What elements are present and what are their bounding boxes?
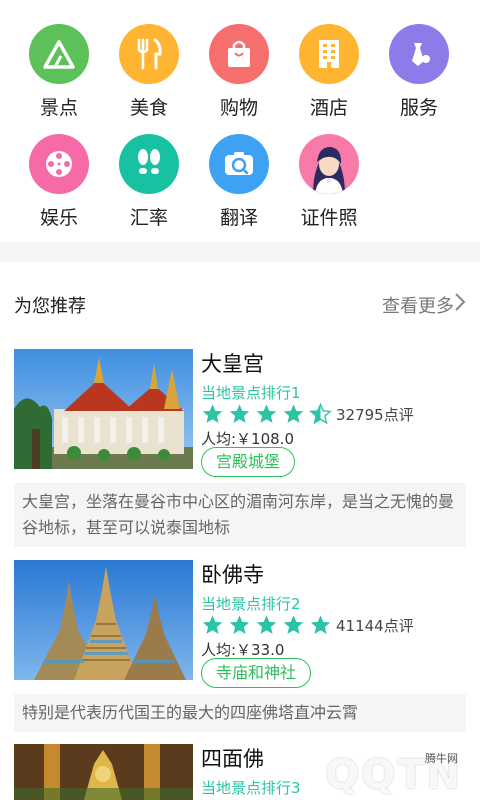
category-label: 景点 [39,97,78,119]
review-count: 32795点评 [336,406,414,424]
category-label: 服务 [399,97,438,119]
chevron-right-icon[interactable] [452,292,468,312]
watermark-site: 腾牛网 [425,752,458,765]
avg-price: 人均:￥108.0 [201,430,294,448]
star-half-icon [309,403,332,425]
attraction-description: 大皇宫，坐落在曼谷市中心区的湄南河东岸，是当之无愧的曼谷地标，甚至可以说泰国地标 [14,483,466,547]
footprints-icon [119,134,179,194]
service-tie-icon [389,24,449,84]
category-label: 酒店 [309,97,348,119]
star-full-icon [202,615,223,634]
category-shopping[interactable]: 购物 [194,24,284,120]
category-label: 翻译 [219,207,258,229]
rating-stars [201,613,336,637]
category-label: 美食 [129,97,168,119]
recommend-header: 为您推荐 查看更多 [0,262,480,342]
attraction-name[interactable]: 卧佛寺 [201,562,264,588]
fork-knife-icon [119,24,179,84]
camera-translate-icon [209,134,269,194]
see-more-link[interactable]: 查看更多 [382,292,454,318]
star-full-icon [283,615,304,634]
star-full-icon [229,404,250,423]
category-id-photo[interactable]: 证件照 [284,134,374,230]
star-full-icon [256,615,277,634]
star-full-icon [202,404,223,423]
attraction-description: 特别是代表历代国王的最大的四座佛塔直冲云霄 [14,694,466,732]
section-divider [0,242,480,262]
category-label: 购物 [219,97,258,119]
id-photo-avatar-icon [299,134,359,194]
category-label: 汇率 [129,207,168,229]
category-grid: 景点 美食 购物 酒店 服务 娱乐 汇率 翻译 证件照 [0,0,480,242]
attraction-name[interactable]: 大皇宫 [201,351,264,377]
category-exchange-rate[interactable]: 汇率 [104,134,194,230]
category-service[interactable]: 服务 [374,24,464,120]
category-hotel[interactable]: 酒店 [284,24,374,120]
building-icon [299,24,359,84]
star-full-icon [229,615,250,634]
avg-price: 人均:￥33.0 [201,641,285,659]
shopping-bag-icon [209,24,269,84]
star-full-icon [283,404,304,423]
mountain-icon [29,24,89,84]
recommend-title: 为您推荐 [14,296,86,317]
category-entertainment[interactable]: 娱乐 [14,134,104,230]
attraction-photo[interactable] [14,744,193,800]
list-item[interactable]: 卧佛寺 当地景点排行2 41144点评 人均:￥33.0 寺庙和神社 特别是代表… [0,560,480,732]
category-label: 证件照 [300,207,358,229]
attraction-rank: 当地景点排行2 [201,595,301,613]
star-full-icon [310,615,331,634]
watermark-logo: QQTN 腾牛网 [252,744,472,798]
category-label: 娱乐 [39,207,78,229]
category-tag[interactable]: 寺庙和神社 [201,658,312,688]
rating-stars [201,402,336,426]
attraction-photo[interactable] [14,560,193,680]
star-full-icon [256,404,277,423]
attraction-rank: 当地景点排行1 [201,384,301,402]
attraction-photo[interactable] [14,349,193,469]
list-item[interactable]: 大皇宫 当地景点排行1 32795点评 人均:￥108.0 宫殿城堡 大皇宫，坐… [0,349,480,549]
category-scenic-spots[interactable]: 景点 [14,24,104,120]
category-tag[interactable]: 宫殿城堡 [201,447,296,477]
film-reel-icon [29,134,89,194]
review-count: 41144点评 [336,617,414,635]
category-food[interactable]: 美食 [104,24,194,120]
category-translate[interactable]: 翻译 [194,134,284,230]
